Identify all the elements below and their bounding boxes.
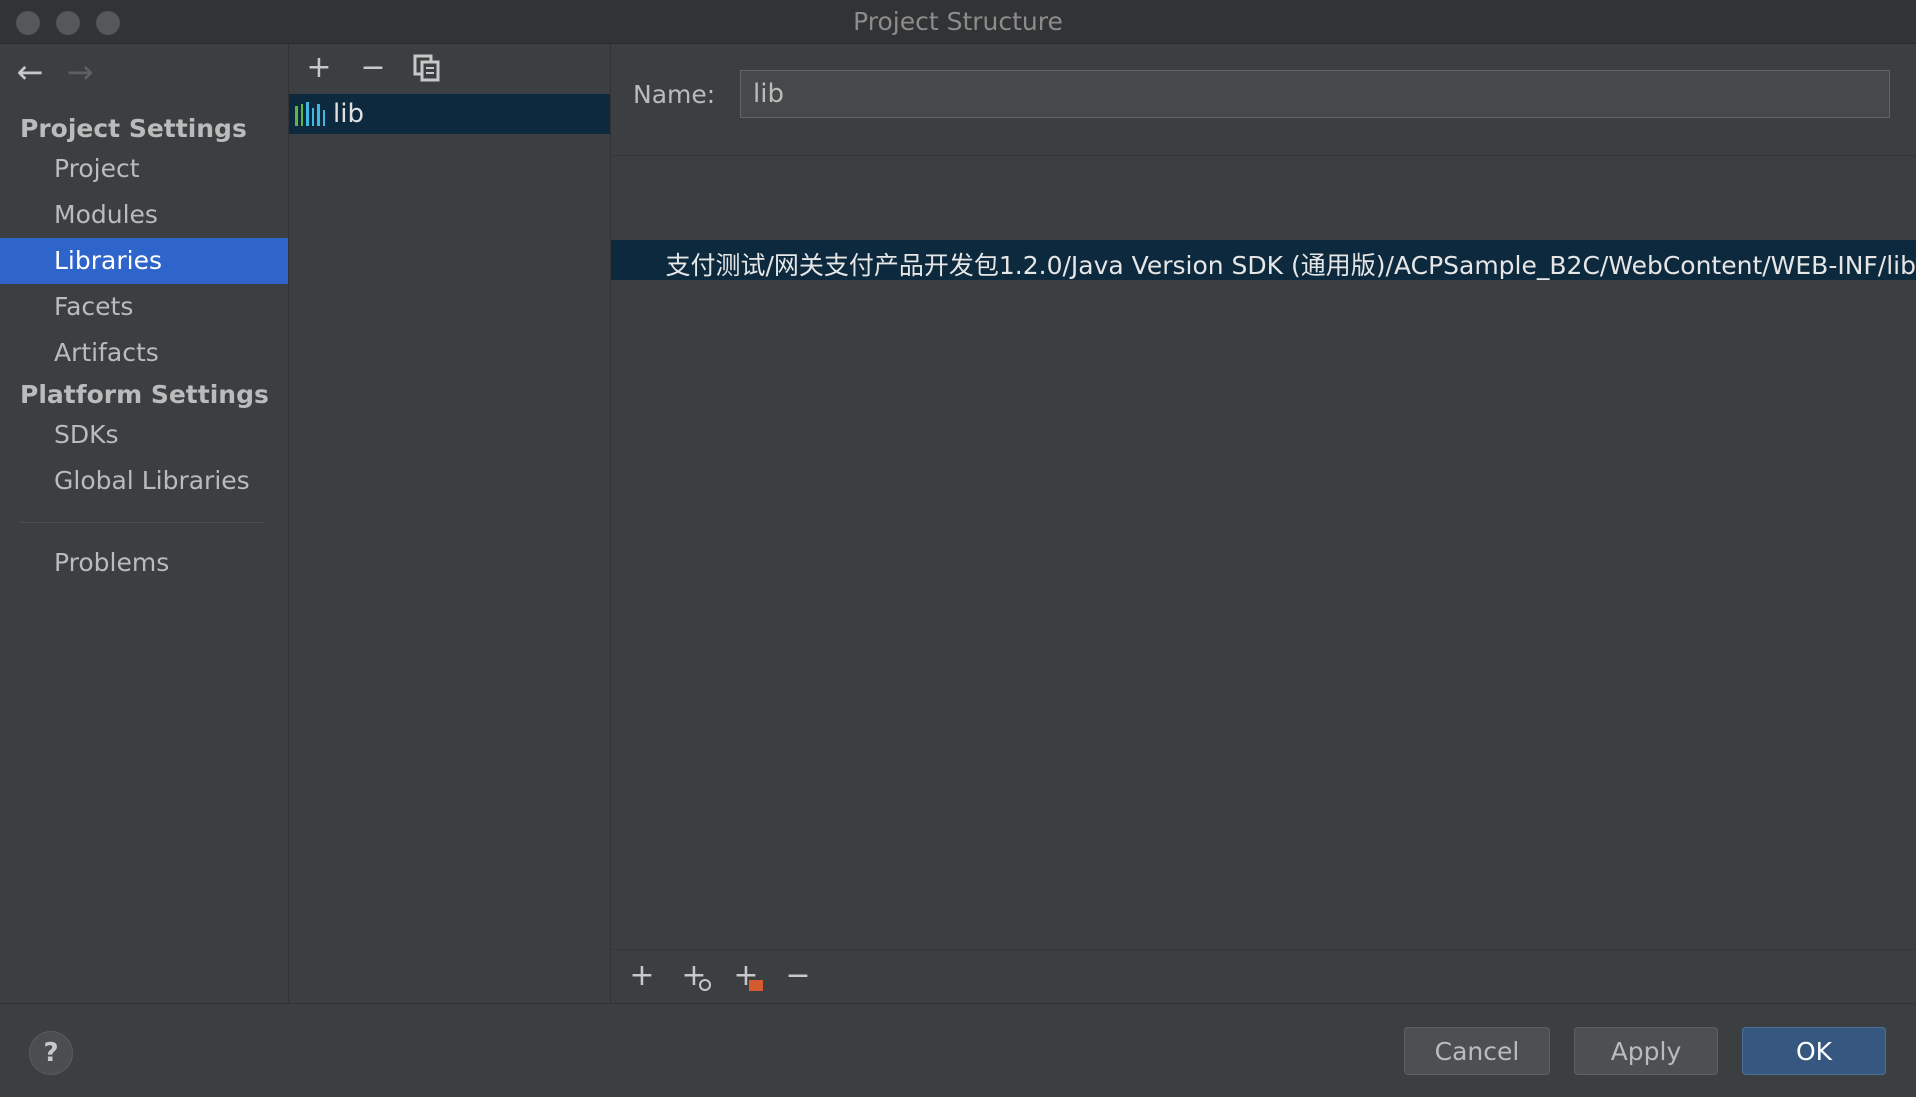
add-library-button[interactable]: +: [303, 52, 335, 84]
library-root-row[interactable]: 支付测试/网关支付产品开发包1.2.0/Java Version SDK (通用…: [611, 240, 1916, 280]
project-structure-window: Project Structure ← → Project Settings P…: [0, 0, 1916, 1097]
section-header-project-settings: Project Settings: [20, 114, 247, 143]
sidebar-item-problems[interactable]: Problems: [0, 540, 288, 586]
library-icon-bar: [311, 108, 314, 126]
library-icon-bar: [295, 106, 298, 126]
remove-root-button[interactable]: −: [781, 959, 815, 993]
sidebar-item-artifacts[interactable]: Artifacts: [0, 330, 288, 376]
globe-icon: [699, 979, 711, 991]
remove-library-button[interactable]: −: [357, 52, 389, 84]
copy-library-button[interactable]: [411, 52, 443, 84]
copy-icon: [413, 54, 440, 82]
library-roots-tree: 支付测试/网关支付产品开发包1.2.0/Java Version SDK (通用…: [611, 156, 1916, 956]
close-window-button[interactable]: [16, 11, 40, 35]
help-button[interactable]: ?: [29, 1031, 73, 1075]
ok-button[interactable]: OK: [1742, 1027, 1886, 1075]
sidebar-item-modules[interactable]: Modules: [0, 192, 288, 238]
dialog-footer: ? Cancel Apply OK: [0, 1003, 1916, 1097]
sidebar-item-project[interactable]: Project: [0, 146, 288, 192]
apply-button[interactable]: Apply: [1574, 1027, 1718, 1075]
nav-arrows: ← →: [14, 56, 96, 88]
forward-arrow-icon[interactable]: →: [64, 56, 96, 88]
folder-icon: [749, 980, 763, 991]
library-item-label: lib: [333, 99, 364, 129]
minus-icon: −: [360, 50, 386, 85]
library-icon-bar: [306, 102, 309, 126]
library-name-input[interactable]: [740, 70, 1890, 118]
roots-toolbar: + + + −: [625, 959, 815, 993]
plus-icon: +: [629, 958, 655, 993]
library-icon-bar: [317, 104, 320, 126]
minimize-window-button[interactable]: [56, 11, 80, 35]
window-controls: [16, 11, 120, 35]
roots-toolbar-divider: [611, 949, 1916, 950]
zoom-window-button[interactable]: [96, 11, 120, 35]
sidebar-item-global-libraries[interactable]: Global Libraries: [0, 458, 288, 504]
section-header-platform-settings: Platform Settings: [20, 380, 269, 409]
library-list-item[interactable]: lib: [289, 94, 610, 134]
sidebar-item-sdks[interactable]: SDKs: [0, 412, 288, 458]
cancel-button[interactable]: Cancel: [1404, 1027, 1550, 1075]
name-label: Name:: [633, 80, 716, 109]
window-title: Project Structure: [853, 7, 1063, 36]
sidebar: ← → Project Settings Project Modules Lib…: [0, 44, 289, 1003]
back-arrow-icon[interactable]: ←: [14, 56, 46, 88]
library-icon-bar: [300, 104, 303, 126]
minus-icon: −: [785, 958, 811, 993]
library-icon: [295, 102, 325, 126]
add-url-root-button[interactable]: +: [677, 959, 711, 993]
library-root-path: 支付测试/网关支付产品开发包1.2.0/Java Version SDK (通用…: [665, 251, 1916, 280]
library-list-toolbar: + −: [303, 52, 443, 84]
title-bar: Project Structure: [0, 0, 1916, 44]
sidebar-item-facets[interactable]: Facets: [0, 284, 288, 330]
library-details-pane: Name: 支付测试/网关支付产品开发包1.2.0/Java Version S…: [611, 44, 1916, 1003]
sidebar-item-libraries[interactable]: Libraries: [0, 238, 288, 284]
plus-icon: +: [306, 50, 332, 85]
sidebar-divider: [20, 522, 265, 523]
library-icon-bar: [322, 110, 325, 126]
add-folder-root-button[interactable]: +: [729, 959, 763, 993]
library-list-pane: + − lib: [289, 44, 611, 1003]
add-root-button[interactable]: +: [625, 959, 659, 993]
